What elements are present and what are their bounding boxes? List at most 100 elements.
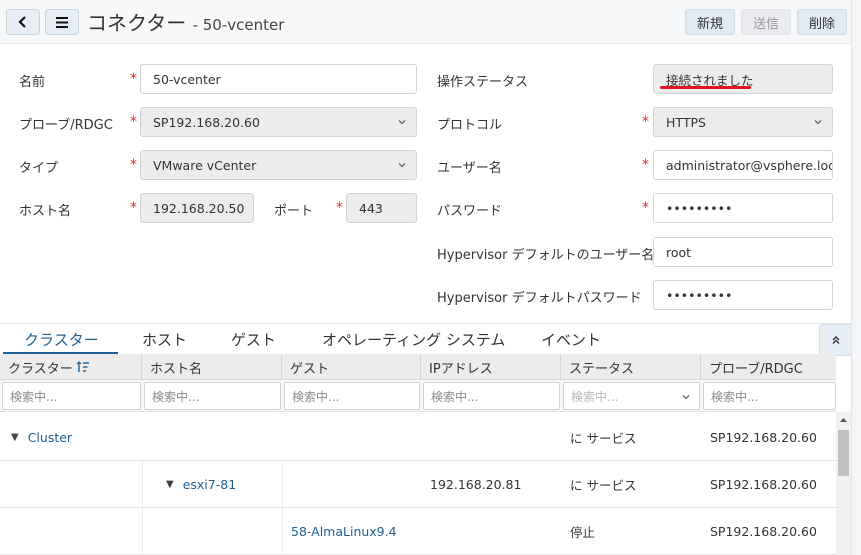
required-marker: * — [130, 157, 137, 173]
filter-probe-input[interactable]: 検索中... — [703, 382, 836, 410]
column-divider — [282, 461, 283, 508]
probe-cell: SP192.168.20.60 — [710, 477, 817, 492]
port-label: ポート — [274, 204, 314, 219]
table-row[interactable]: 58-AlmaLinux9.4 停止 SP192.168.20.60 — [0, 508, 836, 555]
host-field[interactable]: 192.168.20.50 — [140, 193, 254, 223]
username-label: ユーザー名 — [437, 161, 502, 176]
column-header-guest[interactable]: ゲスト — [282, 354, 421, 380]
tab-host[interactable]: ホスト — [142, 329, 187, 350]
tab-event[interactable]: イベント — [541, 329, 601, 350]
new-button[interactable]: 新規 — [685, 9, 735, 35]
page-title: コネクター - 50-vcenter — [87, 7, 284, 36]
grid-header: クラスター ホスト名 ゲスト IPアドレス ステータス プローブ/RDGC — [0, 354, 836, 380]
send-button[interactable]: 送信 — [741, 9, 791, 35]
required-marker: * — [130, 71, 137, 87]
probe-cell: SP192.168.20.60 — [710, 430, 817, 445]
filter-cluster-input[interactable]: 検索中... — [2, 382, 141, 410]
required-marker: * — [642, 200, 649, 216]
status-highlight-underline — [660, 86, 751, 89]
hv-user-field[interactable]: root — [653, 237, 833, 267]
name-field[interactable]: 50-vcenter — [140, 64, 417, 94]
column-header-probe[interactable]: プローブ/RDGC — [701, 354, 836, 380]
op-status-field: 接続されました — [653, 64, 833, 94]
host-cell[interactable]: ▼ esxi7-81 — [166, 461, 236, 508]
filter-guest-input[interactable]: 検索中... — [284, 382, 420, 410]
delete-button[interactable]: 削除 — [797, 9, 847, 35]
required-marker: * — [336, 200, 343, 216]
required-marker: * — [130, 114, 137, 130]
hamburger-menu-icon — [56, 16, 68, 28]
filter-status-placeholder: 検索中... — [571, 389, 619, 404]
probe-select-value: SP192.168.20.60 — [153, 114, 260, 130]
table-row[interactable]: ▼ Cluster に サービス SP192.168.20.60 — [0, 414, 836, 461]
double-chevron-up-icon — [832, 336, 840, 344]
name-label: 名前 — [19, 75, 46, 90]
collapse-triangle-icon[interactable]: ▼ — [166, 479, 174, 490]
tab-operating-system[interactable]: オペレーティング システム — [322, 329, 505, 350]
hv-user-label: Hypervisor デフォルトのユーザー名 — [437, 248, 655, 263]
protocol-label: プロトコル — [437, 118, 503, 133]
column-divider — [282, 508, 283, 555]
filter-ip-input[interactable]: 検索中... — [423, 382, 560, 410]
scrollbar-thumb[interactable] — [838, 430, 849, 476]
tab-cluster[interactable]: クラスター — [24, 329, 99, 350]
protocol-select[interactable]: HTTPS — [653, 107, 833, 137]
tab-bar: クラスター ホスト ゲスト オペレーティング システム イベント — [0, 323, 861, 354]
tab-guest[interactable]: ゲスト — [231, 329, 276, 350]
type-select[interactable]: VMware vCenter — [140, 150, 417, 180]
column-header-label: クラスター — [8, 361, 73, 377]
cluster-name[interactable]: Cluster — [28, 430, 72, 445]
column-header-status[interactable]: ステータス — [561, 354, 701, 380]
chevron-left-icon — [18, 16, 26, 28]
probe-label: プローブ/RDGC — [19, 118, 113, 133]
type-label: タイプ — [19, 161, 59, 176]
grid-filter-row: 検索中... 検索中... 検索中... 検索中... 検索中... 検索中..… — [0, 380, 836, 412]
status-cell: に サービス — [570, 478, 637, 493]
sort-filter-icon[interactable] — [76, 361, 90, 373]
grid-vertical-scrollbar[interactable] — [836, 412, 851, 555]
required-marker: * — [130, 200, 137, 216]
guest-cell[interactable]: 58-AlmaLinux9.4 — [291, 508, 397, 555]
scroll-up-arrow-icon[interactable] — [836, 414, 851, 426]
connector-page: コネクター - 50-vcenter 新規 送信 削除 名前 * 50-vcen… — [0, 0, 861, 555]
column-divider — [142, 461, 143, 508]
protocol-select-value: HTTPS — [666, 114, 706, 130]
password-label: パスワード — [437, 204, 503, 219]
port-field[interactable]: 443 — [346, 193, 417, 223]
back-button[interactable] — [6, 9, 40, 35]
host-label: ホスト名 — [19, 204, 72, 219]
hv-password-label: Hypervisor デフォルトパスワード — [437, 291, 642, 306]
chevron-down-icon — [814, 120, 822, 125]
ip-cell: 192.168.20.81 — [430, 477, 522, 492]
page-title-record: - 50-vcenter — [192, 16, 285, 34]
menu-button[interactable] — [45, 9, 79, 35]
cluster-cell[interactable]: ▼ Cluster — [11, 414, 72, 461]
column-divider — [142, 508, 143, 555]
collapse-panel-button[interactable] — [819, 324, 853, 356]
status-cell: に サービス — [570, 431, 637, 446]
status-cell: 停止 — [570, 525, 596, 540]
column-header-cluster[interactable]: クラスター — [0, 354, 142, 380]
probe-cell: SP192.168.20.60 — [710, 524, 817, 539]
chevron-down-icon — [398, 163, 406, 168]
column-header-host[interactable]: ホスト名 — [142, 354, 282, 380]
hv-password-field[interactable]: ••••••••• — [653, 280, 833, 310]
table-row[interactable]: ▼ esxi7-81 192.168.20.81 に サービス SP192.16… — [0, 461, 836, 508]
password-field[interactable]: ••••••••• — [653, 193, 833, 223]
column-header-ip[interactable]: IPアドレス — [421, 354, 561, 380]
probe-select[interactable]: SP192.168.20.60 — [140, 107, 417, 137]
page-title-main: コネクター — [87, 11, 187, 35]
page-header: コネクター - 50-vcenter 新規 送信 削除 — [0, 0, 861, 44]
required-marker: * — [642, 114, 649, 130]
chevron-down-icon — [682, 395, 690, 400]
window-right-edge — [851, 0, 861, 555]
username-field[interactable]: administrator@vsphere.loca — [653, 150, 833, 180]
filter-status-select[interactable]: 検索中... — [563, 382, 700, 410]
host-name[interactable]: esxi7-81 — [183, 477, 236, 492]
required-marker: * — [642, 157, 649, 173]
op-status-label: 操作ステータス — [437, 75, 529, 90]
type-select-value: VMware vCenter — [153, 157, 257, 173]
chevron-down-icon — [398, 120, 406, 125]
collapse-triangle-icon[interactable]: ▼ — [11, 432, 19, 443]
filter-host-input[interactable]: 検索中... — [144, 382, 281, 410]
